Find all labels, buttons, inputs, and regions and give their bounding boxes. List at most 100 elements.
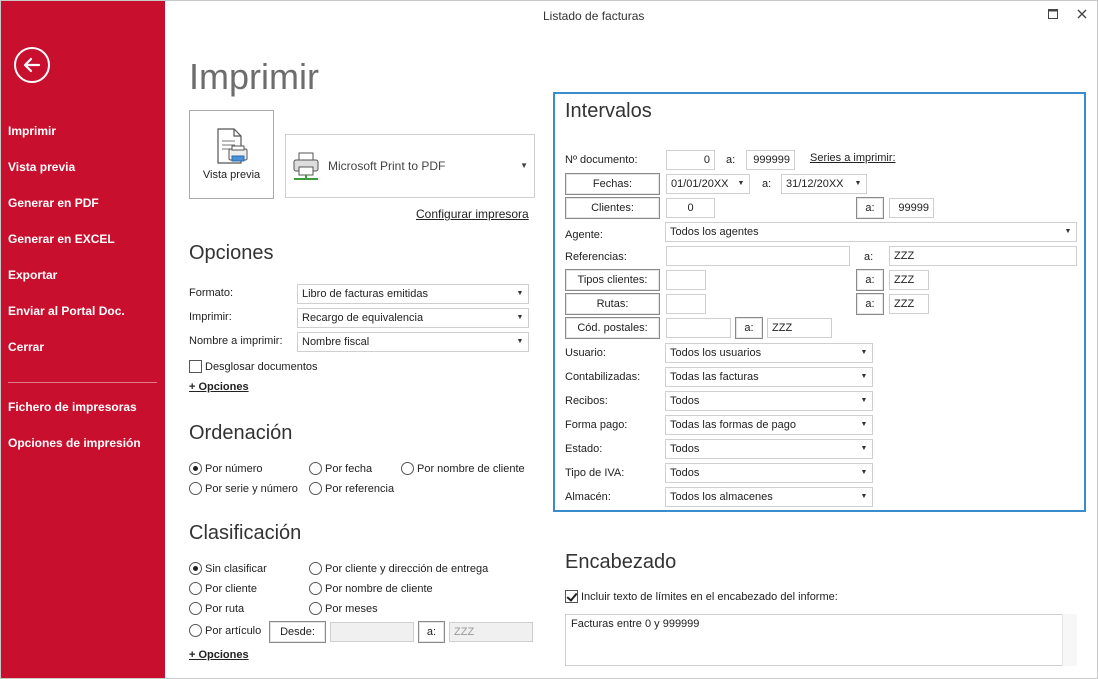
rutas-button[interactable]: Rutas: (565, 293, 660, 315)
radio-sin-clasificar[interactable]: Sin clasificar (189, 562, 267, 575)
cp-from-input[interactable] (666, 318, 731, 338)
sidebar-item-fichero-impresoras[interactable]: Fichero de impresoras (8, 400, 137, 414)
clientes-to-input[interactable]: 99999 (889, 198, 934, 218)
mas-opciones-link[interactable]: + Opciones (189, 381, 249, 393)
encabezado-textarea[interactable]: Facturas entre 0 y 999999 (565, 614, 1077, 666)
hasta-button[interactable]: a: (418, 621, 445, 643)
cp-to-input[interactable]: ZZZ (767, 318, 832, 338)
printer-icon (293, 152, 319, 180)
radio-label: Por cliente y dirección de entrega (325, 563, 489, 575)
referencias-from-input[interactable] (666, 246, 850, 266)
encabezado-title: Encabezado (565, 551, 677, 573)
clientes-a-button[interactable]: a: (856, 197, 884, 219)
incluir-limites-label: Incluir texto de límites en el encabezad… (581, 591, 838, 603)
chevron-down-icon: ▼ (860, 373, 868, 380)
tipo-iva-label: Tipo de IVA: (565, 467, 625, 479)
fecha-to-select[interactable]: 31/12/20XX ▼ (781, 174, 867, 194)
sidebar-item-exportar[interactable]: Exportar (8, 268, 57, 282)
close-button[interactable] (1071, 4, 1093, 24)
radio-dot (309, 582, 322, 595)
fechas-button[interactable]: Fechas: (565, 173, 660, 195)
sidebar-item-generar-pdf[interactable]: Generar en PDF (8, 196, 99, 210)
sidebar-item-opciones-impresion[interactable]: Opciones de impresión (8, 436, 141, 450)
formato-label: Formato: (189, 287, 234, 299)
almacen-select[interactable]: Todos los almacenes ▼ (665, 487, 873, 507)
maximize-button[interactable] (1042, 4, 1064, 24)
radio-por-cliente[interactable]: Por cliente (189, 582, 257, 595)
agente-select[interactable]: Todos los agentes ▼ (665, 222, 1077, 242)
sidebar-item-generar-excel[interactable]: Generar en EXCEL (8, 232, 115, 246)
textarea-scrollbar[interactable] (1062, 614, 1077, 666)
formato-select[interactable]: Libro de facturas emitidas ▼ (297, 284, 529, 304)
imprimir-select[interactable]: Recargo de equivalencia ▼ (297, 308, 529, 328)
cp-a-button[interactable]: a: (735, 317, 763, 339)
chevron-down-icon: ▼ (737, 180, 745, 187)
printer-select[interactable]: Microsoft Print to PDF ▼ (285, 134, 535, 198)
radio-por-serie-numero[interactable]: Por serie y número (189, 482, 298, 495)
sidebar-item-enviar-portal[interactable]: Enviar al Portal Doc. (8, 304, 125, 318)
chevron-down-icon: ▼ (520, 161, 528, 170)
clientes-button[interactable]: Clientes: (565, 197, 660, 219)
contabilizadas-label: Contabilizadas: (565, 371, 641, 383)
radio-label: Por artículo (205, 625, 262, 637)
radio-label: Por nombre de cliente (325, 583, 433, 595)
radio-dot (189, 582, 202, 595)
vista-previa-button[interactable]: Vista previa (189, 110, 274, 199)
fecha-from-select[interactable]: 01/01/20XX ▼ (666, 174, 750, 194)
radio-por-fecha[interactable]: Por fecha (309, 462, 372, 475)
radio-label: Sin clasificar (205, 563, 267, 575)
rutas-to-input[interactable]: ZZZ (889, 294, 929, 314)
estado-label: Estado: (565, 443, 603, 455)
tipos-a-button[interactable]: a: (856, 269, 884, 291)
configurar-impresora-link[interactable]: Configurar impresora (416, 207, 529, 221)
rutas-a-button[interactable]: a: (856, 293, 884, 315)
imprimir-value: Recargo de equivalencia (302, 312, 424, 324)
radio-por-articulo[interactable]: Por artículo (189, 624, 261, 637)
page-title: Imprimir (189, 56, 319, 97)
radio-por-numero[interactable]: Por número (189, 462, 262, 475)
documento-to-input[interactable]: 999999 (746, 150, 795, 170)
recibos-label: Recibos: (565, 395, 608, 407)
back-button[interactable] (14, 47, 50, 83)
rutas-from-input[interactable] (666, 294, 706, 314)
radio-por-nombre-cliente-clas[interactable]: Por nombre de cliente (309, 582, 433, 595)
radio-dot (309, 482, 322, 495)
tipos-from-input[interactable] (666, 270, 706, 290)
clientes-from-input[interactable]: 0 (666, 198, 715, 218)
tipo-iva-select[interactable]: Todos ▼ (665, 463, 873, 483)
clasificacion-title: Clasificación (189, 522, 302, 544)
documento-from-input[interactable]: 0 (666, 150, 715, 170)
tipos-clientes-button[interactable]: Tipos clientes: (565, 269, 660, 291)
desde-button[interactable]: Desde: (269, 621, 326, 643)
radio-por-nombre-cliente[interactable]: Por nombre de cliente (401, 462, 525, 475)
chevron-down-icon: ▼ (860, 421, 868, 428)
hasta-input[interactable]: ZZZ (449, 622, 533, 642)
desglosar-checkbox[interactable]: Desglosar documentos (189, 360, 318, 373)
codigos-postales-button[interactable]: Cód. postales: (565, 317, 660, 339)
estado-select[interactable]: Todos ▼ (665, 439, 873, 459)
forma-pago-select[interactable]: Todas las formas de pago ▼ (665, 415, 873, 435)
radio-por-ruta[interactable]: Por ruta (189, 602, 244, 615)
recibos-select[interactable]: Todos ▼ (665, 391, 873, 411)
radio-por-meses[interactable]: Por meses (309, 602, 378, 615)
incluir-limites-checkbox[interactable]: Incluir texto de límites en el encabezad… (565, 590, 838, 603)
series-imprimir-link[interactable]: Series a imprimir: (810, 152, 896, 164)
sidebar-item-imprimir[interactable]: Imprimir (8, 124, 56, 138)
radio-por-cliente-direccion[interactable]: Por cliente y dirección de entrega (309, 562, 488, 575)
a-label: a: (762, 178, 772, 190)
nombre-imprimir-select[interactable]: Nombre fiscal ▼ (297, 332, 529, 352)
mas-opciones-link-clasificacion[interactable]: + Opciones (189, 649, 249, 661)
contabilizadas-select[interactable]: Todas las facturas ▼ (665, 367, 873, 387)
printer-name: Microsoft Print to PDF (328, 159, 446, 173)
intervalos-title: Intervalos (565, 100, 652, 122)
sidebar-item-vista-previa[interactable]: Vista previa (8, 160, 75, 174)
referencias-to-input[interactable]: ZZZ (889, 246, 1077, 266)
usuario-select[interactable]: Todos los usuarios ▼ (665, 343, 873, 363)
desde-input[interactable] (330, 622, 414, 642)
tipos-to-input[interactable]: ZZZ (889, 270, 929, 290)
radio-por-referencia[interactable]: Por referencia (309, 482, 394, 495)
tipo-iva-value: Todos (670, 467, 700, 479)
fecha-to-value: 31/12/20XX (786, 178, 844, 190)
sidebar-item-cerrar[interactable]: Cerrar (8, 340, 44, 354)
radio-dot (189, 562, 202, 575)
